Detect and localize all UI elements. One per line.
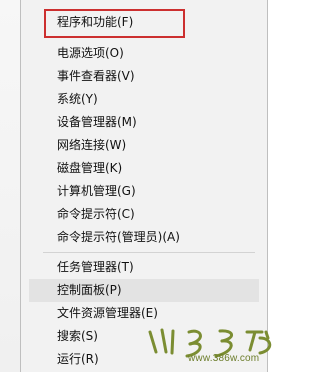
menu-item-task-manager[interactable]: 任务管理器(T) [29, 256, 259, 279]
menu-item-power-options[interactable]: 电源选项(O) [29, 42, 259, 65]
context-menu: 程序和功能(F) 电源选项(O) 事件查看器(V) 系统(Y) 设备管理器(M)… [20, 0, 268, 372]
menu-item-device-manager[interactable]: 设备管理器(M) [29, 111, 259, 134]
desktop-edge [0, 0, 20, 372]
menu-item-control-panel[interactable]: 控制面板(P) [29, 279, 259, 302]
menu-item-command-prompt-admin[interactable]: 命令提示符(管理员)(A) [29, 226, 259, 249]
menu-item-programs-and-features[interactable]: 程序和功能(F) [29, 11, 259, 34]
menu-item-network-connections[interactable]: 网络连接(W) [29, 134, 259, 157]
menu-item-event-viewer[interactable]: 事件查看器(V) [29, 65, 259, 88]
watermark-url: www.386w.com [188, 353, 260, 364]
menu-item-computer-management[interactable]: 计算机管理(G) [29, 180, 259, 203]
menu-item-file-explorer[interactable]: 文件资源管理器(E) [29, 302, 259, 325]
menu-item-disk-management[interactable]: 磁盘管理(K) [29, 157, 259, 180]
menu-item-command-prompt[interactable]: 命令提示符(C) [29, 203, 259, 226]
menu-item-search[interactable]: 搜索(S) [29, 325, 259, 348]
menu-separator [43, 252, 255, 253]
menu-item-system[interactable]: 系统(Y) [29, 88, 259, 111]
